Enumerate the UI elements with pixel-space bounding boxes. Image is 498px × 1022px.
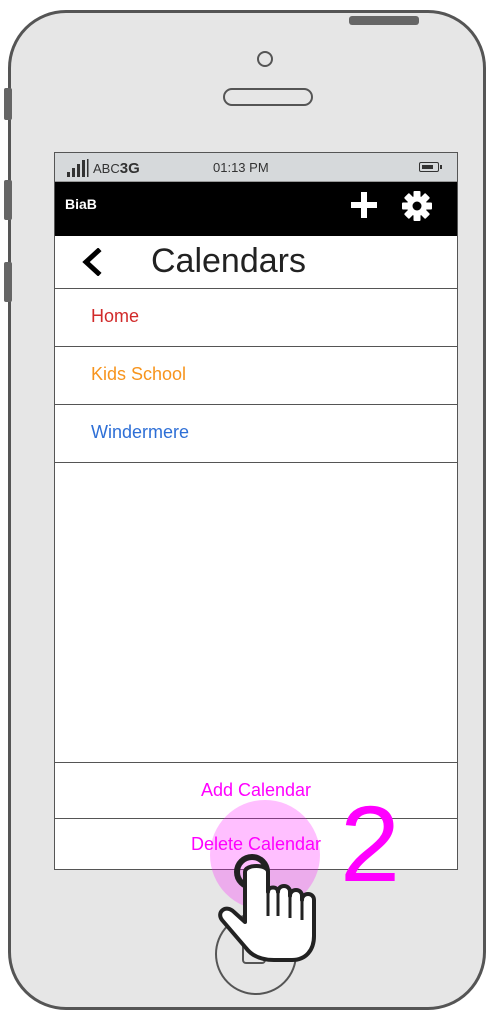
volume-down-button xyxy=(4,262,12,302)
app-bar: BiaB xyxy=(55,182,457,236)
pointing-hand-icon xyxy=(218,854,316,962)
battery-icon xyxy=(419,162,442,172)
signal-icon xyxy=(67,159,89,177)
step-number: 2 xyxy=(340,783,401,904)
network-type: 3G xyxy=(119,160,140,177)
status-time: 01:13 PM xyxy=(213,160,269,175)
power-button xyxy=(349,16,419,25)
page-title: Calendars xyxy=(151,242,306,280)
calendar-name: Kids School xyxy=(91,364,187,384)
app-name: BiaB xyxy=(65,196,97,212)
carrier-name: ABC xyxy=(93,161,120,176)
phone-screen: ABC3G 01:13 PM BiaB Calendars Home Kids … xyxy=(54,152,458,870)
back-chevron-icon[interactable] xyxy=(81,248,103,276)
calendar-item-windermere[interactable]: Windermere xyxy=(55,405,457,463)
volume-up-button xyxy=(4,180,12,220)
status-bar: ABC3G 01:13 PM xyxy=(55,153,457,182)
mute-switch xyxy=(4,88,12,120)
earpiece-speaker xyxy=(223,88,313,106)
calendar-name: Windermere xyxy=(91,422,190,442)
plus-icon[interactable] xyxy=(349,190,379,220)
front-camera xyxy=(257,51,273,67)
calendar-item-home[interactable]: Home xyxy=(55,289,457,347)
calendar-item-kids-school[interactable]: Kids School xyxy=(55,347,457,405)
carrier-label: ABC3G xyxy=(93,160,140,177)
calendar-name: Home xyxy=(91,306,140,326)
gear-icon[interactable] xyxy=(401,190,433,222)
title-bar: Calendars xyxy=(55,236,457,289)
